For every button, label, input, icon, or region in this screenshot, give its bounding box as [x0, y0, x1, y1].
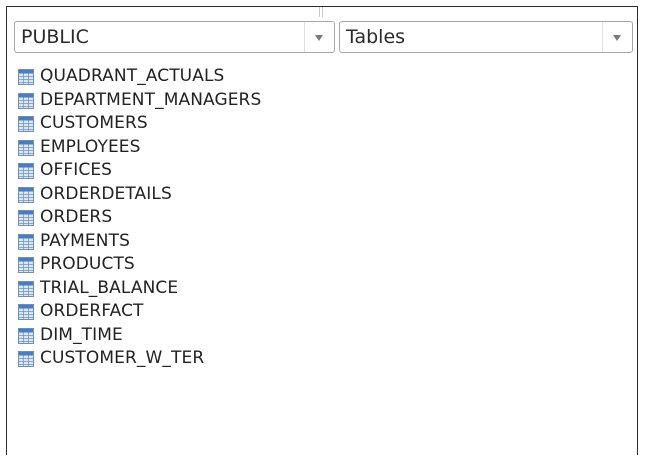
table-list-item[interactable]: PAYMENTS — [16, 230, 616, 254]
table-name: QUADRANT_ACTUALS — [40, 66, 225, 86]
schema-browser-panel: PUBLIC Tables QUADRANT_ACTUALS DEPARTMENT… — [6, 6, 638, 455]
table-list-item[interactable]: CUSTOMER_W_TER — [16, 347, 616, 371]
table-icon — [18, 139, 34, 156]
table-name: DIM_TIME — [40, 324, 123, 345]
filter-bar: PUBLIC Tables — [14, 21, 634, 55]
table-name: PAYMENTS — [40, 230, 130, 251]
table-name: ORDERS — [40, 207, 113, 227]
table-list-item[interactable]: ORDERFACT — [16, 300, 616, 324]
table-name: ORDERFACT — [40, 301, 144, 321]
table-list-item[interactable]: ORDERDETAILS — [16, 183, 616, 207]
table-name: ORDERDETAILS — [40, 183, 172, 204]
table-list-item[interactable]: QUADRANT_ACTUALS — [16, 65, 616, 89]
table-list-item[interactable]: CUSTOMERS — [16, 112, 616, 136]
table-icon — [18, 186, 34, 203]
table-name: EMPLOYEES — [40, 136, 141, 157]
table-icon — [18, 233, 34, 250]
schema-select[interactable]: PUBLIC — [14, 21, 335, 53]
table-icon — [18, 304, 34, 320]
table-icon — [18, 163, 34, 179]
table-icon — [18, 327, 34, 344]
table-icon — [18, 280, 34, 297]
dropdown-arrow-icon[interactable] — [304, 22, 334, 52]
table-name: TRIAL_BALANCE — [40, 277, 179, 298]
table-list-item[interactable]: TRIAL_BALANCE — [16, 277, 616, 301]
table-list-item[interactable]: PRODUCTS — [16, 253, 616, 277]
table-name: PRODUCTS — [40, 254, 135, 274]
table-icon — [18, 210, 34, 226]
table-name: CUSTOMERS — [40, 113, 148, 133]
table-icon — [18, 69, 34, 85]
schema-select-value: PUBLIC — [21, 26, 89, 48]
table-icon — [18, 257, 34, 273]
table-list-item[interactable]: ORDERS — [16, 206, 616, 230]
table-icon — [18, 92, 34, 109]
resize-grip[interactable] — [319, 7, 325, 17]
table-list-item[interactable]: EMPLOYEES — [16, 136, 616, 160]
table-list: QUADRANT_ACTUALS DEPARTMENT_MANAGERS CUSTO… — [16, 65, 616, 371]
table-list-item[interactable]: DEPARTMENT_MANAGERS — [16, 89, 616, 113]
table-list-item[interactable]: OFFICES — [16, 159, 616, 183]
table-list-item[interactable]: DIM_TIME — [16, 324, 616, 348]
object-type-select[interactable]: Tables — [339, 21, 633, 53]
table-icon — [18, 351, 34, 367]
table-name: OFFICES — [40, 160, 113, 180]
table-name: CUSTOMER_W_TER — [40, 348, 205, 368]
object-type-select-value: Tables — [346, 26, 406, 48]
table-name: DEPARTMENT_MANAGERS — [40, 89, 262, 110]
dropdown-arrow-icon[interactable] — [602, 22, 632, 52]
table-icon — [18, 116, 34, 132]
